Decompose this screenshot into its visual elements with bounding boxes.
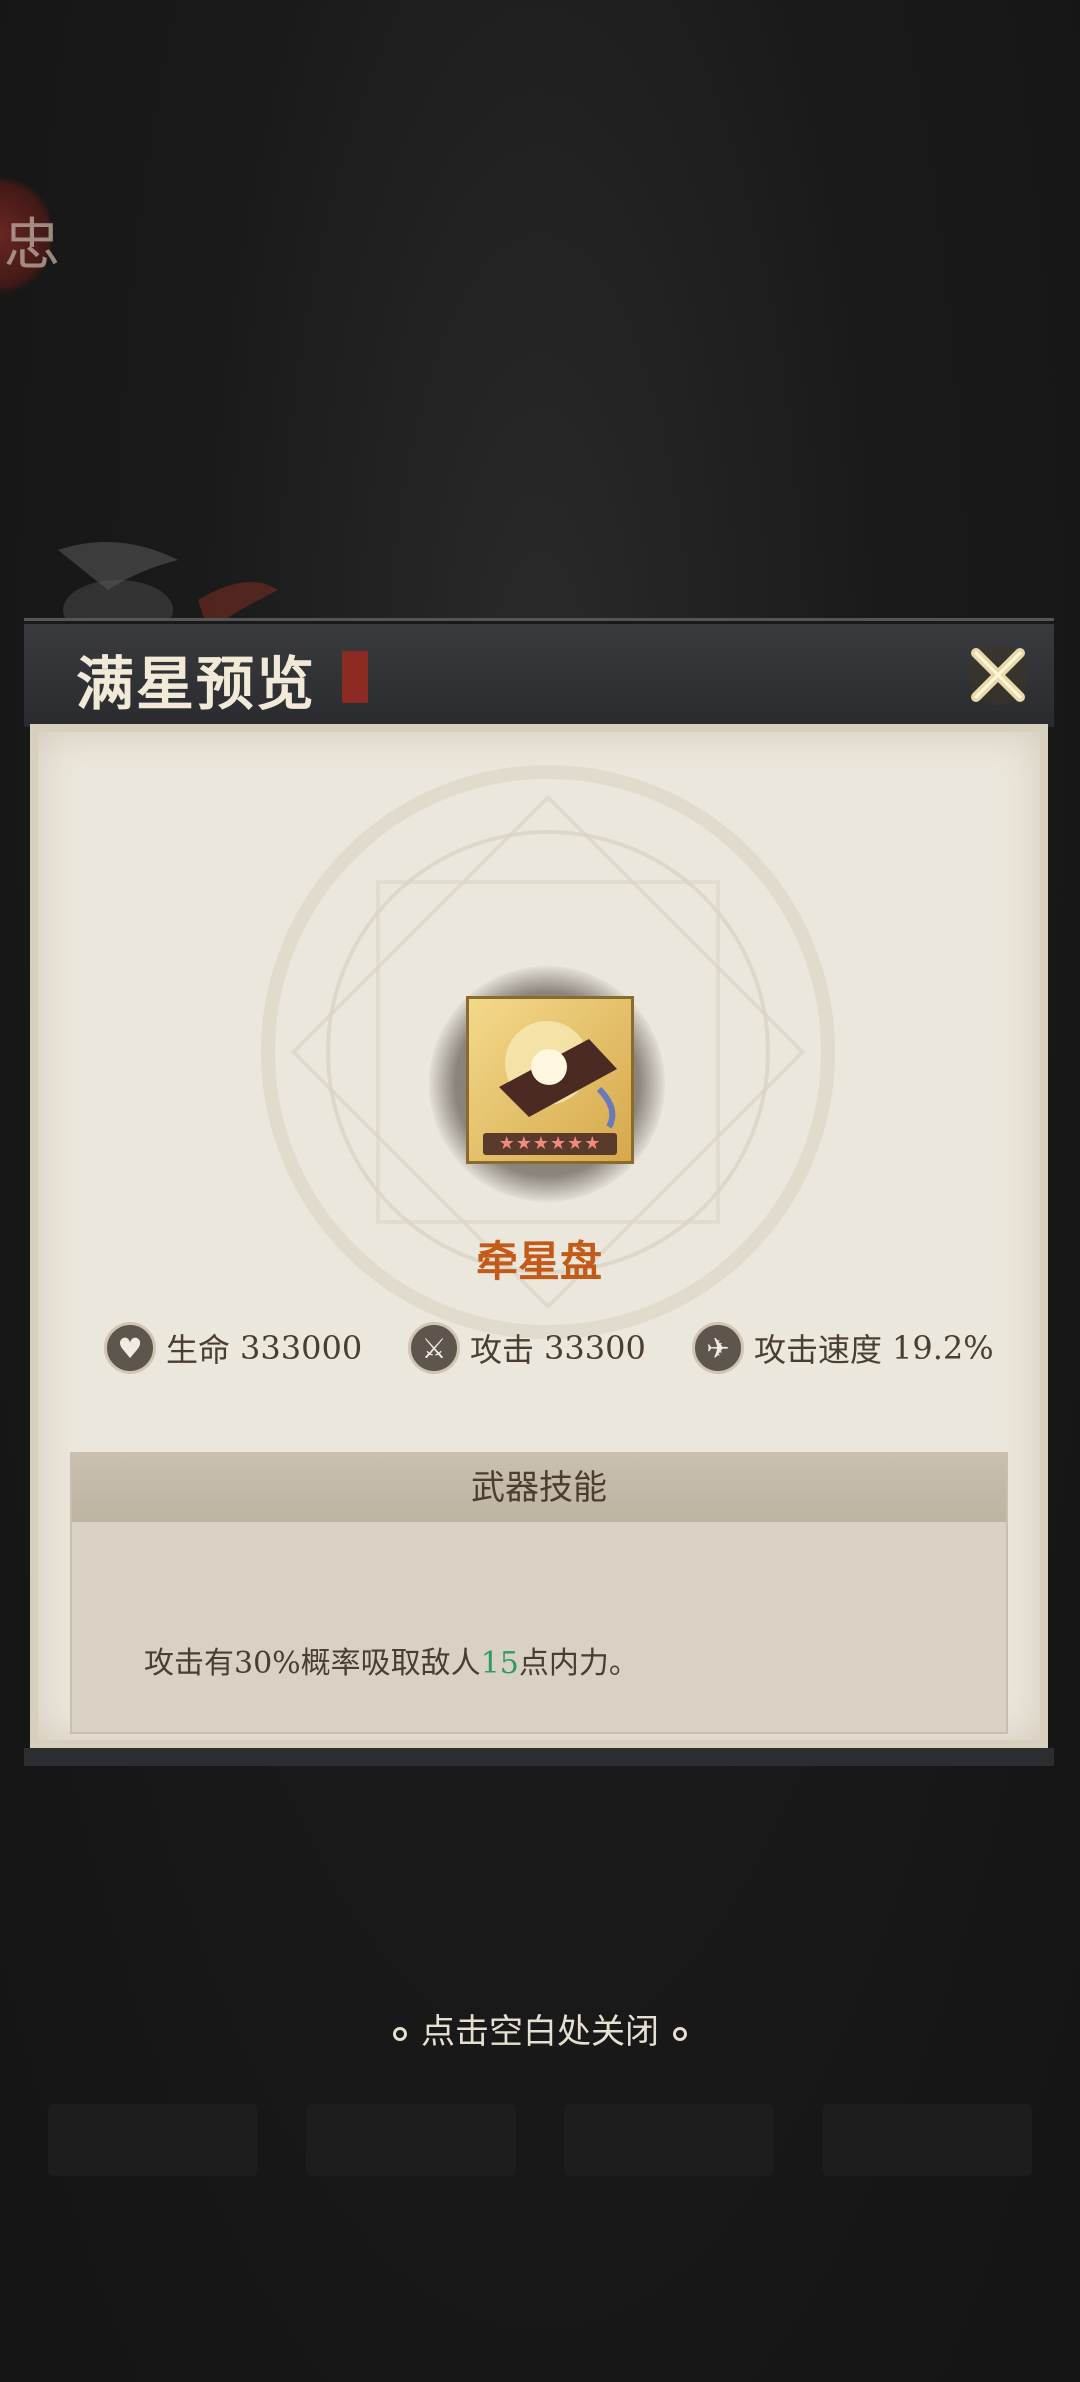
background-tab	[564, 2104, 774, 2176]
heart-icon: ♥	[104, 1322, 156, 1374]
dialog-panel: ★★★★★★ 牵星盘 ♥ 生命 333000 ⚔ 攻击 33300 ✈ 攻击速度…	[30, 724, 1048, 1748]
stat-label: 攻击	[470, 1331, 535, 1369]
sword-icon: ⚔	[408, 1322, 460, 1374]
item-icon[interactable]: ★★★★★★	[466, 996, 634, 1164]
item-name: 牵星盘	[475, 1237, 602, 1286]
hint-text: 点击空白处关闭	[421, 2012, 659, 2052]
wing-icon: ✈	[692, 1322, 744, 1374]
dialog-header: 满星预览	[24, 618, 1054, 727]
dot-icon	[673, 2027, 687, 2041]
background-tab	[306, 2104, 516, 2176]
red-seal-icon	[342, 651, 368, 703]
background-tab	[48, 2104, 258, 2176]
item-stars: ★★★★★★	[483, 1133, 617, 1155]
stat-attack-speed: ✈ 攻击速度 19.2%	[692, 1318, 994, 1378]
full-star-preview-dialog: 满星预览 ★★★★★★ 牵星盘 ♥ 生命 333000 ⚔ 攻击 33300 ✈…	[24, 618, 1054, 1766]
close-hint[interactable]: 点击空白处关闭	[0, 2004, 1080, 2053]
background-tab	[822, 2104, 1032, 2176]
stat-label: 攻击速度	[754, 1331, 883, 1369]
stat-value: 33300	[544, 1329, 646, 1367]
dot-icon	[393, 2027, 407, 2041]
stat-attack: ⚔ 攻击 33300	[408, 1318, 646, 1378]
skill-text: 点内力。	[518, 1646, 639, 1681]
skill-text: 攻击有30%概率吸取敌人	[144, 1646, 481, 1681]
weapon-skill-box: 武器技能 攻击有30%概率吸取敌人15点内力。	[70, 1452, 1008, 1734]
stat-label: 生命	[166, 1331, 231, 1369]
dialog-footer-edge	[24, 1748, 1054, 1766]
skill-header: 武器技能	[72, 1454, 1006, 1522]
skill-number: 15	[480, 1646, 519, 1681]
close-button[interactable]	[958, 635, 1038, 715]
dialog-title: 满星预览	[76, 650, 317, 718]
star-compass-icon	[499, 1021, 617, 1129]
stats-row: ♥ 生命 333000 ⚔ 攻击 33300 ✈ 攻击速度 19.2%	[38, 1318, 1040, 1378]
stat-value: 333000	[240, 1329, 363, 1367]
stat-life: ♥ 生命 333000	[104, 1318, 362, 1378]
stat-value: 19.2%	[892, 1329, 994, 1367]
skill-description: 攻击有30%概率吸取敌人15点内力。	[144, 1638, 639, 1682]
